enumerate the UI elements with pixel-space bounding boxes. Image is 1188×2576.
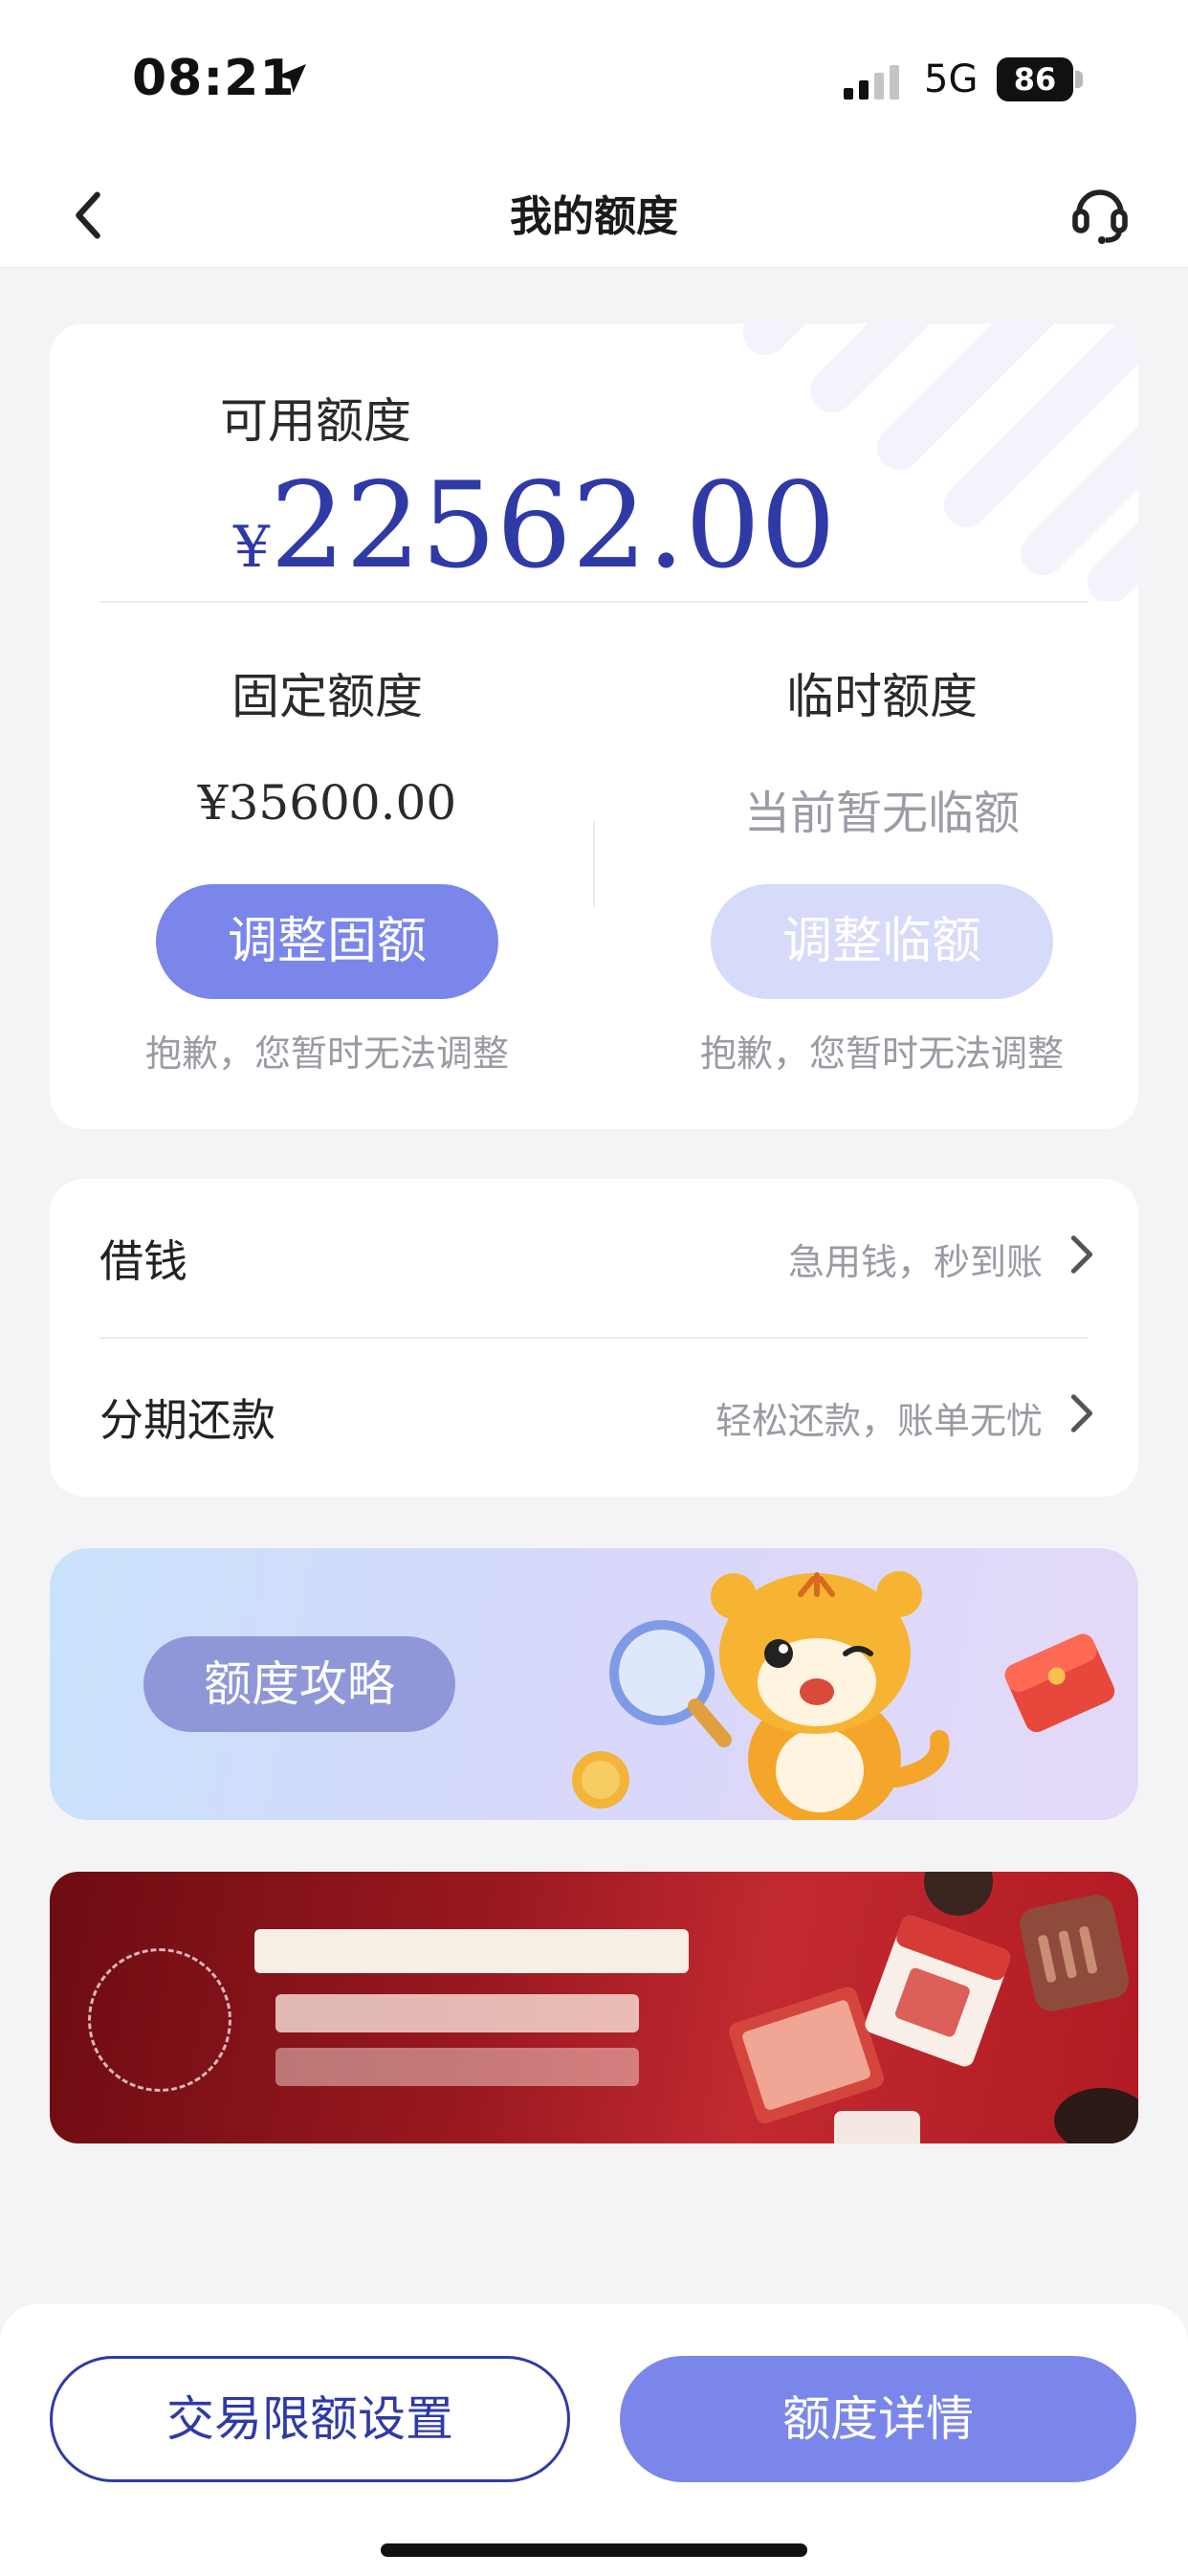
chevron-right-icon xyxy=(1070,1235,1093,1274)
tiger-mascot-illustration xyxy=(572,1571,1115,1820)
battery-icon: 86 xyxy=(997,57,1083,101)
bottom-action-bar: 交易限额设置 额度详情 xyxy=(0,2304,1188,2576)
menu-item-hint: 急用钱，秒到账 xyxy=(787,1241,1043,1283)
battery-level: 86 xyxy=(997,57,1073,101)
divider xyxy=(99,601,1089,603)
menu-item-installment[interactable]: 分期还款 轻松还款，账单无忧 xyxy=(50,1338,1138,1497)
limit-strategy-banner[interactable]: 额度攻略 xyxy=(50,1548,1138,1820)
signal-strength-icon xyxy=(844,65,899,100)
promo-tag xyxy=(254,1929,689,1973)
limit-card: 可用额度 ¥22562.00 固定额度 ¥35600.00 调整固额 抱歉，您暂… xyxy=(50,323,1138,1129)
currency-symbol: ¥ xyxy=(233,514,271,581)
fixed-limit-column: 固定额度 ¥35600.00 调整固额 抱歉，您暂时无法调整 xyxy=(59,658,595,1077)
page-title: 我的额度 xyxy=(510,192,678,241)
fixed-limit-title: 固定额度 xyxy=(231,669,423,724)
promo-headline xyxy=(275,1994,639,2032)
status-bar: 08:21 5G 86 xyxy=(0,0,1188,163)
promo-logo xyxy=(88,1948,231,2092)
customer-service-icon[interactable] xyxy=(1069,180,1131,247)
temporary-limit-column: 临时额度 当前暂无临额 调整临额 抱歉，您暂时无法调整 xyxy=(614,658,1138,1077)
promo-subline xyxy=(275,2048,639,2086)
limit-strategy-label: 额度攻略 xyxy=(143,1636,455,1732)
menu-card: 借钱 急用钱，秒到账 分期还款 轻松还款，账单无忧 xyxy=(50,1179,1138,1497)
available-limit-amount: ¥22562.00 xyxy=(233,457,836,601)
status-time: 08:21 xyxy=(132,50,296,107)
fixed-limit-value: ¥35600.00 xyxy=(197,775,457,831)
available-limit-label: 可用额度 xyxy=(220,393,411,449)
adjust-fixed-limit-button[interactable]: 调整固额 xyxy=(156,884,498,999)
menu-item-borrow[interactable]: 借钱 急用钱，秒到账 xyxy=(50,1179,1138,1339)
transaction-limit-settings-button[interactable]: 交易限额设置 xyxy=(50,2356,570,2482)
menu-item-hint: 轻松还款，账单无忧 xyxy=(715,1400,1043,1442)
chevron-right-icon xyxy=(1070,1394,1093,1432)
menu-item-label: 分期还款 xyxy=(99,1394,275,1446)
network-type: 5G xyxy=(924,57,979,101)
temporary-limit-title: 临时额度 xyxy=(786,669,978,724)
home-indicator xyxy=(381,2543,807,2557)
fixed-limit-note: 抱歉，您暂时无法调整 xyxy=(144,1033,509,1075)
adjust-temporary-limit-button[interactable]: 调整临额 xyxy=(711,884,1053,999)
nav-bar: 我的额度 xyxy=(0,163,1188,268)
available-limit-value: 22562.00 xyxy=(270,457,836,595)
temporary-limit-value: 当前暂无临额 xyxy=(743,787,1020,840)
location-arrow-icon xyxy=(277,64,306,93)
temporary-limit-note: 抱歉，您暂时无法调整 xyxy=(699,1033,1064,1075)
promo-banner[interactable] xyxy=(50,1872,1138,2143)
promo-illustration xyxy=(729,1872,1138,2143)
menu-item-label: 借钱 xyxy=(99,1235,187,1287)
limit-details-button[interactable]: 额度详情 xyxy=(620,2356,1136,2482)
